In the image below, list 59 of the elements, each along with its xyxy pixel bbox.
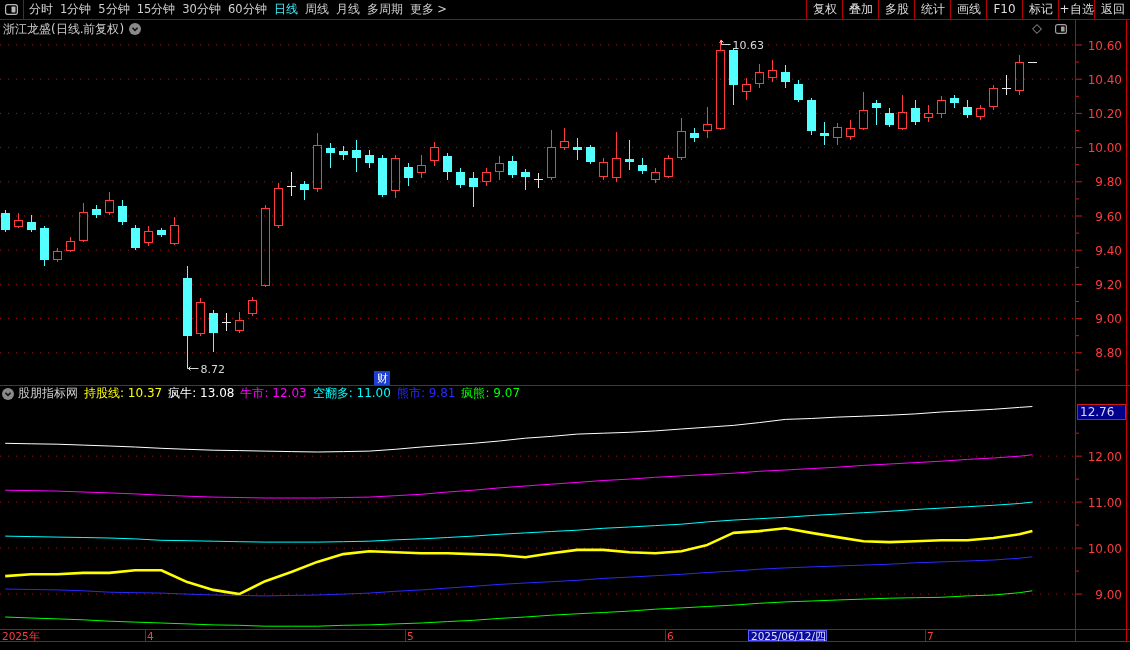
period-tab[interactable]: 周线 [301, 0, 332, 19]
period-tab[interactable]: 1分钟 [57, 0, 95, 19]
price-axis-label: 9.00 [1095, 312, 1122, 327]
price-axis-label: 10.60 [1087, 38, 1122, 53]
period-tab[interactable]: 月线 [332, 0, 363, 19]
diamond-icon[interactable] [1032, 24, 1042, 34]
price-axis-label: 8.80 [1095, 346, 1122, 361]
indicator-name: 股朋指标网 [18, 385, 78, 402]
period-tab[interactable]: 分时 [26, 0, 56, 19]
cursor-date-label: 2025/06/12/四 [748, 630, 827, 641]
indicator-axis-label: 9.00 [1095, 587, 1122, 602]
toolbar-button[interactable]: 标记 [1022, 0, 1058, 19]
toolbar-button[interactable]: 叠加 [842, 0, 878, 19]
legend-item: 空翻多: 11.00 [312, 385, 391, 402]
legend-item: 持股线: 10.37 [84, 385, 163, 402]
toolbar-button[interactable]: +自选 [1058, 0, 1094, 19]
report-badge[interactable]: 财 [374, 371, 390, 385]
date-axis-label: 5 [407, 630, 414, 641]
price-axis-label: 9.40 [1095, 243, 1122, 258]
period-tab[interactable]: 5分钟 [95, 0, 133, 19]
date-axis-label: 6 [667, 630, 674, 641]
legend-item: 疯熊: 9.07 [461, 385, 521, 402]
price-axis-label: 10.40 [1087, 72, 1122, 87]
price-axis-label: 10.20 [1087, 106, 1122, 121]
period-tab[interactable]: 30分钟 [179, 0, 224, 19]
high-leader-line [719, 40, 731, 45]
period-tab[interactable]: 更多 > [406, 0, 450, 19]
layout-icon[interactable] [1055, 24, 1067, 34]
indicator-axis-label: 10.00 [1087, 541, 1122, 556]
indicator-axis-label: 12.00 [1087, 449, 1122, 464]
period-tab[interactable]: 15分钟 [133, 0, 179, 19]
indicator-axis-label: 11.00 [1087, 495, 1122, 510]
price-axis-label: 10.00 [1087, 141, 1122, 156]
toolbar-button[interactable]: 复权 [806, 0, 842, 19]
period-tab[interactable]: 60分钟 [224, 0, 270, 19]
year-label: 2025年 [2, 630, 40, 641]
legend-item: 牛市: 12.03 [240, 385, 307, 402]
price-axis-label: 9.20 [1095, 277, 1122, 292]
legend-item: 疯牛: 13.08 [168, 385, 235, 402]
date-axis-label: 7 [927, 630, 934, 641]
layout-icon[interactable] [5, 4, 18, 15]
period-tab[interactable]: 多周期 [363, 0, 406, 19]
period-tab[interactable]: 日线 [270, 0, 301, 19]
toolbar-button[interactable]: 返回 [1094, 0, 1130, 19]
low-leader-line [187, 363, 199, 371]
chevron-down-icon[interactable] [2, 387, 14, 400]
toolbar-button[interactable]: 多股 [878, 0, 914, 19]
high-price-label: 10.63 [732, 39, 764, 52]
stock-title: 浙江龙盛(日线.前复权) [3, 20, 125, 38]
toolbar-button[interactable]: 画线 [950, 0, 986, 19]
price-axis-label: 9.60 [1095, 209, 1122, 224]
date-axis-label: 4 [147, 630, 154, 641]
low-price-label: 8.72 [200, 362, 225, 376]
chevron-down-icon[interactable] [129, 23, 142, 35]
highlighted-value-label: 12.76 [1077, 404, 1126, 420]
legend-item: 熊市: 9.81 [396, 385, 456, 402]
toolbar-button[interactable]: F10 [986, 0, 1022, 19]
toolbar-button[interactable]: 统计 [914, 0, 950, 19]
price-axis-label: 9.80 [1095, 175, 1122, 190]
